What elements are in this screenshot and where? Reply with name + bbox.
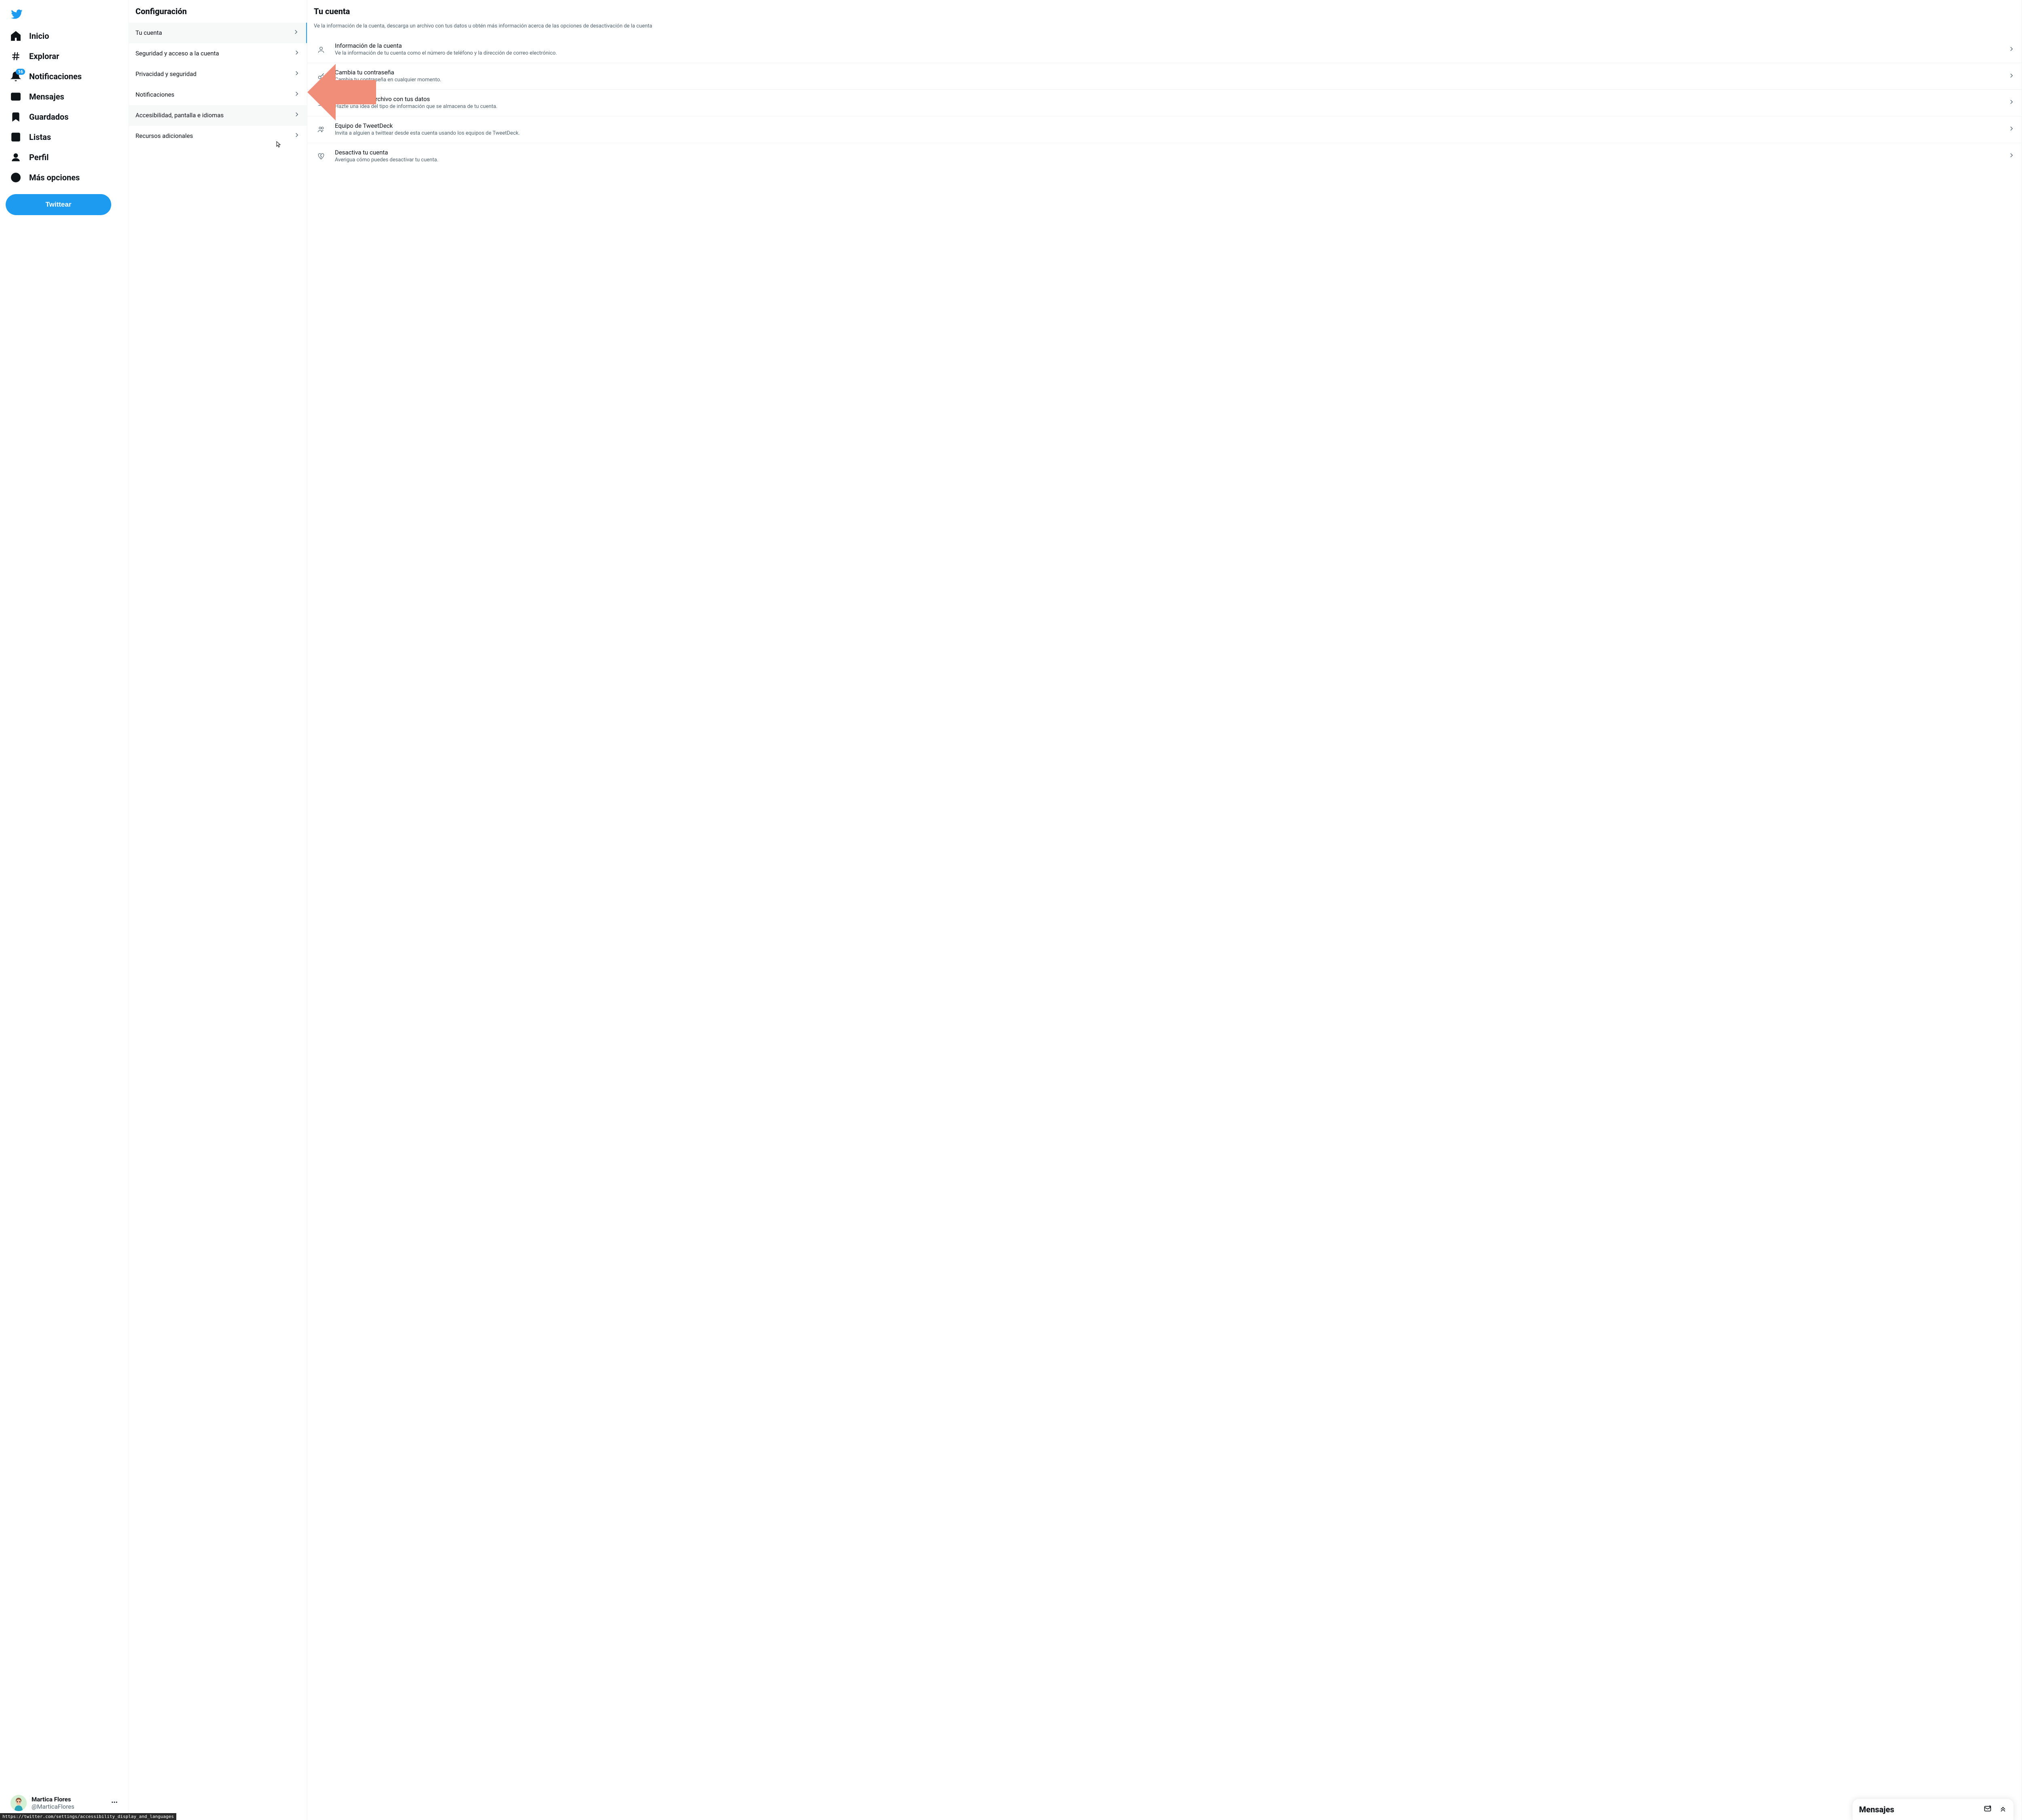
settings-item-resources[interactable]: Recursos adicionales xyxy=(129,126,307,146)
nav-messages[interactable]: Mensajes xyxy=(6,87,123,107)
detail-item-title: Información de la cuenta xyxy=(335,42,2001,49)
chevron-right-icon xyxy=(293,111,300,120)
download-icon xyxy=(314,99,328,107)
person-icon xyxy=(314,46,328,54)
nav-label: Explorar xyxy=(29,51,59,61)
settings-item-label: Accesibilidad, pantalla e idiomas xyxy=(135,112,224,119)
nav-label: Inicio xyxy=(29,31,49,41)
nav-label: Perfil xyxy=(29,152,49,162)
mail-icon xyxy=(11,91,21,102)
settings-item-accessibility[interactable]: Accesibilidad, pantalla e idiomas xyxy=(129,105,307,126)
settings-column: Configuración Tu cuenta Seguridad y acce… xyxy=(129,0,307,1820)
detail-column: Tu cuenta Ve la información de la cuenta… xyxy=(307,0,2022,1820)
account-chip[interactable]: Martica Flores @MarticaFlores xyxy=(6,1790,123,1816)
detail-item-sub: Invita a alguien a twittear desde esta c… xyxy=(335,130,2001,137)
detail-list: Información de la cuenta Ve la informaci… xyxy=(307,36,2022,169)
nav-home[interactable]: Inicio xyxy=(6,26,123,46)
nav-label: Mensajes xyxy=(29,92,64,101)
nav-bookmarks[interactable]: Guardados xyxy=(6,107,123,127)
chevron-right-icon xyxy=(2008,98,2015,107)
left-sidebar: Inicio Explorar 16 Notificaciones Men xyxy=(0,0,129,1820)
chevron-right-icon xyxy=(293,70,300,78)
settings-item-label: Recursos adicionales xyxy=(135,132,193,140)
detail-item-deactivate[interactable]: Desactiva tu cuenta Averigua cómo puedes… xyxy=(307,143,2022,169)
nav-notifications[interactable]: 16 Notificaciones xyxy=(6,66,123,87)
person-icon xyxy=(11,152,21,163)
detail-item-sub: Cambia tu contraseña en cualquier moment… xyxy=(335,77,2001,84)
primary-nav: Inicio Explorar 16 Notificaciones Men xyxy=(6,26,123,908)
chevron-right-icon xyxy=(2008,152,2015,161)
chevron-right-icon xyxy=(293,131,300,140)
twitter-bird-icon xyxy=(11,8,23,20)
more-circle-icon xyxy=(11,172,21,183)
team-icon xyxy=(314,125,328,133)
detail-item-sub: Averigua cómo puedes desactivar tu cuent… xyxy=(335,157,2001,164)
settings-item-notifications[interactable]: Notificaciones xyxy=(129,85,307,105)
account-name: Martica Flores xyxy=(32,1796,106,1803)
detail-item-title: Cambia tu contraseña xyxy=(335,69,2001,76)
detail-item-sub: Ve la información de tu cuenta como el n… xyxy=(335,50,2001,57)
account-handle: @MarticaFlores xyxy=(32,1803,106,1810)
bell-icon: 16 xyxy=(11,71,21,82)
settings-list: Tu cuenta Seguridad y acceso a la cuenta… xyxy=(129,23,307,146)
settings-item-privacy[interactable]: Privacidad y seguridad xyxy=(129,64,307,85)
detail-item-tweetdeck[interactable]: Equipo de TweetDeck Invita a alguien a t… xyxy=(307,116,2022,143)
detail-item-download[interactable]: Descargar un archivo con tus datos Hazte… xyxy=(307,89,2022,116)
settings-item-label: Notificaciones xyxy=(135,91,174,98)
nav-label: Más opciones xyxy=(29,173,80,182)
compose-message-icon[interactable] xyxy=(1984,1805,1992,1814)
nav-label: Listas xyxy=(29,132,51,142)
detail-item-title: Desactiva tu cuenta xyxy=(335,149,2001,156)
chevron-right-icon xyxy=(2008,45,2015,54)
nav-label: Notificaciones xyxy=(29,72,82,81)
nav-explore[interactable]: Explorar xyxy=(6,46,123,66)
bookmark-icon xyxy=(11,112,21,122)
notification-badge: 16 xyxy=(16,69,25,75)
nav-label: Guardados xyxy=(29,112,68,122)
tweet-button[interactable]: Twittear xyxy=(6,194,111,215)
account-text: Martica Flores @MarticaFlores xyxy=(32,1796,106,1810)
avatar xyxy=(11,1795,27,1811)
hash-icon xyxy=(11,51,21,61)
nav-more[interactable]: Más opciones xyxy=(6,167,123,188)
settings-item-security[interactable]: Seguridad y acceso a la cuenta xyxy=(129,43,307,64)
chevron-right-icon xyxy=(2008,125,2015,134)
messages-drawer-title: Mensajes xyxy=(1859,1805,1894,1814)
settings-item-label: Privacidad y seguridad xyxy=(135,70,197,78)
chevron-right-icon xyxy=(2008,72,2015,81)
nav-lists[interactable]: Listas xyxy=(6,127,123,147)
messages-drawer[interactable]: Mensajes xyxy=(1852,1799,2014,1820)
statusbar-link: https://twitter.com/settings/accessibili… xyxy=(0,1813,176,1820)
detail-description: Ve la información de la cuenta, descarga… xyxy=(307,23,2022,36)
settings-item-label: Tu cuenta xyxy=(135,29,162,36)
settings-item-label: Seguridad y acceso a la cuenta xyxy=(135,50,219,57)
home-icon xyxy=(11,31,21,41)
nav-profile[interactable]: Perfil xyxy=(6,147,123,167)
settings-item-account[interactable]: Tu cuenta xyxy=(129,23,307,43)
detail-item-sub: Hazte una idea del tipo de información q… xyxy=(335,104,2001,110)
twitter-logo[interactable] xyxy=(6,4,123,26)
more-dots-icon xyxy=(111,1799,118,1807)
chevron-right-icon xyxy=(292,28,300,37)
detail-item-title: Descargar un archivo con tus datos xyxy=(335,95,2001,103)
heartbreak-icon xyxy=(314,152,328,160)
chevron-right-icon xyxy=(293,49,300,58)
detail-header: Tu cuenta xyxy=(307,0,2022,23)
list-icon xyxy=(11,132,21,142)
chevron-right-icon xyxy=(293,90,300,99)
detail-item-title: Equipo de TweetDeck xyxy=(335,122,2001,129)
settings-header: Configuración xyxy=(129,0,307,23)
detail-item-password[interactable]: Cambia tu contraseña Cambia tu contraseñ… xyxy=(307,63,2022,89)
expand-drawer-icon[interactable] xyxy=(1999,1805,2007,1814)
detail-item-account-info[interactable]: Información de la cuenta Ve la informaci… xyxy=(307,36,2022,63)
key-icon xyxy=(314,72,328,80)
